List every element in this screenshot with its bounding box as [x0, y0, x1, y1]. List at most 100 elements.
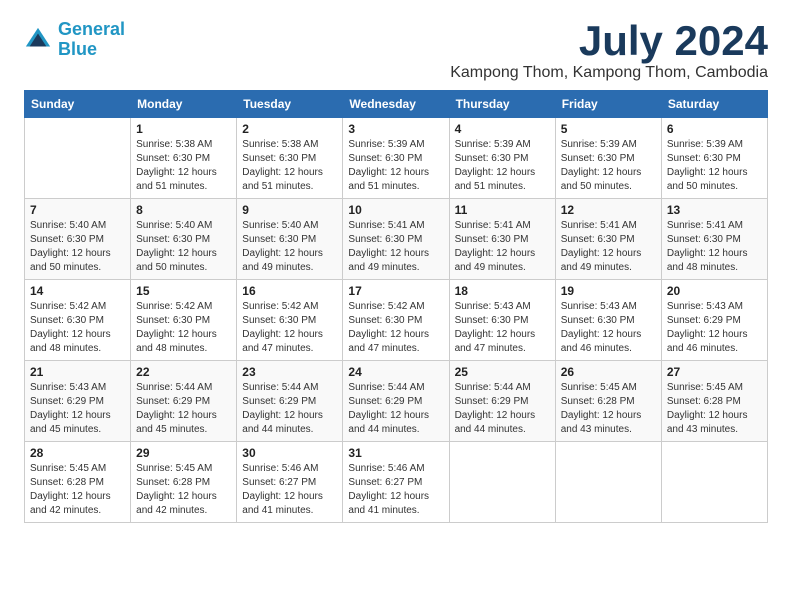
- day-info: Sunrise: 5:44 AMSunset: 6:29 PMDaylight:…: [455, 381, 550, 437]
- day-number: 1: [136, 122, 231, 136]
- table-cell: 24Sunrise: 5:44 AMSunset: 6:29 PMDayligh…: [343, 361, 449, 442]
- day-info: Sunrise: 5:43 AMSunset: 6:30 PMDaylight:…: [561, 300, 656, 356]
- table-cell: 7 Sunrise: 5:40 AMSunset: 6:30 PMDaylight…: [25, 199, 131, 280]
- day-number: 24: [348, 365, 443, 379]
- day-info: Sunrise: 5:43 AMSunset: 6:30 PMDaylight:…: [455, 300, 550, 356]
- day-number: 5: [561, 122, 656, 136]
- day-number: 28: [30, 446, 125, 460]
- header-monday: Monday: [131, 91, 237, 118]
- table-cell: 16Sunrise: 5:42 AMSunset: 6:30 PMDayligh…: [237, 280, 343, 361]
- day-number: 18: [455, 284, 550, 298]
- day-number: 23: [242, 365, 337, 379]
- day-number: 22: [136, 365, 231, 379]
- header-saturday: Saturday: [661, 91, 767, 118]
- day-number: 11: [455, 203, 550, 217]
- table-cell: 2 Sunrise: 5:38 AMSunset: 6:30 PMDaylight…: [237, 118, 343, 199]
- logo-text: General Blue: [58, 20, 125, 60]
- table-cell: 18 Sunrise: 5:43 AMSunset: 6:30 PMDayligh…: [449, 280, 555, 361]
- logo-line1: General: [58, 19, 125, 39]
- day-number: 16: [242, 284, 337, 298]
- day-info: Sunrise: 5:39 AMSunset: 6:30 PMDaylight:…: [561, 138, 656, 194]
- day-info: Sunrise: 5:43 AMSunset: 6:29 PMDaylight:…: [667, 300, 762, 356]
- day-number: 2: [242, 122, 337, 136]
- header-thursday: Thursday: [449, 91, 555, 118]
- day-number: 14: [30, 284, 125, 298]
- day-info: Sunrise: 5:46 AMSunset: 6:27 PMDaylight:…: [348, 462, 443, 518]
- day-number: 8: [136, 203, 231, 217]
- day-info: Sunrise: 5:42 AMSunset: 6:30 PMDaylight:…: [136, 300, 231, 356]
- table-cell: 11Sunrise: 5:41 AMSunset: 6:30 PMDayligh…: [449, 199, 555, 280]
- header-friday: Friday: [555, 91, 661, 118]
- day-info: Sunrise: 5:45 AMSunset: 6:28 PMDaylight:…: [667, 381, 762, 437]
- day-number: 21: [30, 365, 125, 379]
- day-info: Sunrise: 5:44 AMSunset: 6:29 PMDaylight:…: [136, 381, 231, 437]
- day-info: Sunrise: 5:38 AMSunset: 6:30 PMDaylight:…: [136, 138, 231, 194]
- table-cell: 28 Sunrise: 5:45 AMSunset: 6:28 PMDayligh…: [25, 442, 131, 523]
- day-info: Sunrise: 5:43 AMSunset: 6:29 PMDaylight:…: [30, 381, 125, 437]
- logo-line2: Blue: [58, 39, 97, 59]
- day-info: Sunrise: 5:46 AMSunset: 6:27 PMDaylight:…: [242, 462, 337, 518]
- day-info: Sunrise: 5:38 AMSunset: 6:30 PMDaylight:…: [242, 138, 337, 194]
- day-info: Sunrise: 5:45 AMSunset: 6:28 PMDaylight:…: [561, 381, 656, 437]
- day-number: 7: [30, 203, 125, 217]
- title-area: July 2024 Kampong Thom, Kampong Thom, Ca…: [450, 20, 768, 82]
- calendar-week-row: 21 Sunrise: 5:43 AMSunset: 6:29 PMDayligh…: [25, 361, 768, 442]
- table-cell: 31Sunrise: 5:46 AMSunset: 6:27 PMDayligh…: [343, 442, 449, 523]
- day-number: 3: [348, 122, 443, 136]
- day-info: Sunrise: 5:42 AMSunset: 6:30 PMDaylight:…: [30, 300, 125, 356]
- table-cell: [661, 442, 767, 523]
- day-number: 29: [136, 446, 231, 460]
- table-cell: [25, 118, 131, 199]
- table-cell: 22 Sunrise: 5:44 AMSunset: 6:29 PMDayligh…: [131, 361, 237, 442]
- header-tuesday: Tuesday: [237, 91, 343, 118]
- day-info: Sunrise: 5:42 AMSunset: 6:30 PMDaylight:…: [348, 300, 443, 356]
- table-cell: 25Sunrise: 5:44 AMSunset: 6:29 PMDayligh…: [449, 361, 555, 442]
- table-cell: 12 Sunrise: 5:41 AMSunset: 6:30 PMDayligh…: [555, 199, 661, 280]
- day-info: Sunrise: 5:41 AMSunset: 6:30 PMDaylight:…: [561, 219, 656, 275]
- table-cell: 21 Sunrise: 5:43 AMSunset: 6:29 PMDayligh…: [25, 361, 131, 442]
- subtitle: Kampong Thom, Kampong Thom, Cambodia: [450, 64, 768, 82]
- table-cell: 19 Sunrise: 5:43 AMSunset: 6:30 PMDayligh…: [555, 280, 661, 361]
- day-info: Sunrise: 5:45 AMSunset: 6:28 PMDaylight:…: [30, 462, 125, 518]
- day-number: 12: [561, 203, 656, 217]
- day-info: Sunrise: 5:41 AMSunset: 6:30 PMDaylight:…: [348, 219, 443, 275]
- header-wednesday: Wednesday: [343, 91, 449, 118]
- header-sunday: Sunday: [25, 91, 131, 118]
- table-cell: 27 Sunrise: 5:45 AMSunset: 6:28 PMDayligh…: [661, 361, 767, 442]
- calendar-table: Sunday Monday Tuesday Wednesday Thursday…: [24, 90, 768, 523]
- calendar-week-row: 14 Sunrise: 5:42 AMSunset: 6:30 PMDayligh…: [25, 280, 768, 361]
- table-cell: 6 Sunrise: 5:39 AMSunset: 6:30 PMDaylight…: [661, 118, 767, 199]
- calendar-week-row: 7 Sunrise: 5:40 AMSunset: 6:30 PMDaylight…: [25, 199, 768, 280]
- day-number: 19: [561, 284, 656, 298]
- day-info: Sunrise: 5:40 AMSunset: 6:30 PMDaylight:…: [30, 219, 125, 275]
- calendar-week-row: 28 Sunrise: 5:45 AMSunset: 6:28 PMDayligh…: [25, 442, 768, 523]
- calendar-week-row: 1 Sunrise: 5:38 AMSunset: 6:30 PMDaylight…: [25, 118, 768, 199]
- table-cell: [449, 442, 555, 523]
- day-info: Sunrise: 5:40 AMSunset: 6:30 PMDaylight:…: [136, 219, 231, 275]
- logo: General Blue: [24, 20, 125, 60]
- table-cell: 9Sunrise: 5:40 AMSunset: 6:30 PMDaylight…: [237, 199, 343, 280]
- table-cell: 30 Sunrise: 5:46 AMSunset: 6:27 PMDayligh…: [237, 442, 343, 523]
- table-cell: [555, 442, 661, 523]
- day-number: 10: [348, 203, 443, 217]
- table-cell: 4 Sunrise: 5:39 AMSunset: 6:30 PMDaylight…: [449, 118, 555, 199]
- table-cell: 26 Sunrise: 5:45 AMSunset: 6:28 PMDayligh…: [555, 361, 661, 442]
- day-number: 4: [455, 122, 550, 136]
- day-number: 27: [667, 365, 762, 379]
- day-number: 26: [561, 365, 656, 379]
- table-cell: 29 Sunrise: 5:45 AMSunset: 6:28 PMDayligh…: [131, 442, 237, 523]
- day-number: 15: [136, 284, 231, 298]
- calendar-header-row: Sunday Monday Tuesday Wednesday Thursday…: [25, 91, 768, 118]
- page-header: General Blue July 2024 Kampong Thom, Kam…: [24, 20, 768, 82]
- day-number: 6: [667, 122, 762, 136]
- table-cell: 17Sunrise: 5:42 AMSunset: 6:30 PMDayligh…: [343, 280, 449, 361]
- day-info: Sunrise: 5:39 AMSunset: 6:30 PMDaylight:…: [455, 138, 550, 194]
- table-cell: 20Sunrise: 5:43 AMSunset: 6:29 PMDayligh…: [661, 280, 767, 361]
- day-info: Sunrise: 5:39 AMSunset: 6:30 PMDaylight:…: [667, 138, 762, 194]
- day-info: Sunrise: 5:45 AMSunset: 6:28 PMDaylight:…: [136, 462, 231, 518]
- day-info: Sunrise: 5:41 AMSunset: 6:30 PMDaylight:…: [667, 219, 762, 275]
- day-info: Sunrise: 5:40 AMSunset: 6:30 PMDaylight:…: [242, 219, 337, 275]
- table-cell: 3Sunrise: 5:39 AMSunset: 6:30 PMDaylight…: [343, 118, 449, 199]
- day-number: 30: [242, 446, 337, 460]
- table-cell: 5 Sunrise: 5:39 AMSunset: 6:30 PMDaylight…: [555, 118, 661, 199]
